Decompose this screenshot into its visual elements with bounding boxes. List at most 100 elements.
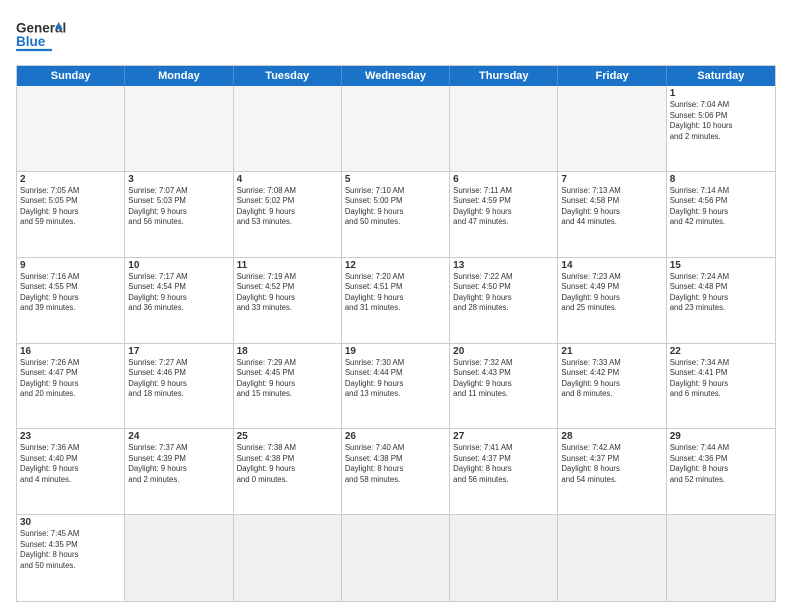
calendar-cell	[342, 86, 450, 171]
day-info: Sunrise: 7:27 AMSunset: 4:46 PMDaylight:…	[128, 358, 229, 400]
day-info: Sunrise: 7:32 AMSunset: 4:43 PMDaylight:…	[453, 358, 554, 400]
calendar-cell: 7Sunrise: 7:13 AMSunset: 4:58 PMDaylight…	[558, 172, 666, 257]
day-number: 8	[670, 174, 772, 185]
day-info: Sunrise: 7:29 AMSunset: 4:45 PMDaylight:…	[237, 358, 338, 400]
calendar-cell	[17, 86, 125, 171]
day-number: 30	[20, 517, 121, 528]
calendar-cell: 20Sunrise: 7:32 AMSunset: 4:43 PMDayligh…	[450, 344, 558, 429]
calendar-cell	[450, 86, 558, 171]
calendar-cell-empty	[125, 515, 233, 601]
calendar-cell: 29Sunrise: 7:44 AMSunset: 4:36 PMDayligh…	[667, 429, 775, 514]
calendar-cell-empty	[558, 515, 666, 601]
day-info: Sunrise: 7:24 AMSunset: 4:48 PMDaylight:…	[670, 272, 772, 314]
calendar-cell: 5Sunrise: 7:10 AMSunset: 5:00 PMDaylight…	[342, 172, 450, 257]
logo-svg: General Blue	[16, 14, 76, 59]
day-number: 16	[20, 346, 121, 357]
calendar-cell: 16Sunrise: 7:26 AMSunset: 4:47 PMDayligh…	[17, 344, 125, 429]
logo: General Blue	[16, 10, 76, 59]
day-number: 1	[670, 88, 772, 99]
day-info: Sunrise: 7:33 AMSunset: 4:42 PMDaylight:…	[561, 358, 662, 400]
day-number: 21	[561, 346, 662, 357]
day-info: Sunrise: 7:13 AMSunset: 4:58 PMDaylight:…	[561, 186, 662, 228]
day-number: 19	[345, 346, 446, 357]
day-info: Sunrise: 7:22 AMSunset: 4:50 PMDaylight:…	[453, 272, 554, 314]
calendar-cell: 14Sunrise: 7:23 AMSunset: 4:49 PMDayligh…	[558, 258, 666, 343]
calendar-cell-empty	[234, 515, 342, 601]
calendar-cell	[234, 86, 342, 171]
calendar-cell: 3Sunrise: 7:07 AMSunset: 5:03 PMDaylight…	[125, 172, 233, 257]
calendar-cell-empty	[450, 515, 558, 601]
day-number: 27	[453, 431, 554, 442]
day-info: Sunrise: 7:07 AMSunset: 5:03 PMDaylight:…	[128, 186, 229, 228]
calendar-cell: 1Sunrise: 7:04 AMSunset: 5:06 PMDaylight…	[667, 86, 775, 171]
calendar-row-2: 9Sunrise: 7:16 AMSunset: 4:55 PMDaylight…	[17, 258, 775, 344]
day-info: Sunrise: 7:30 AMSunset: 4:44 PMDaylight:…	[345, 358, 446, 400]
day-number: 6	[453, 174, 554, 185]
day-number: 20	[453, 346, 554, 357]
day-number: 15	[670, 260, 772, 271]
day-info: Sunrise: 7:20 AMSunset: 4:51 PMDaylight:…	[345, 272, 446, 314]
day-number: 24	[128, 431, 229, 442]
calendar-cell: 22Sunrise: 7:34 AMSunset: 4:41 PMDayligh…	[667, 344, 775, 429]
day-number: 9	[20, 260, 121, 271]
weekday-header-sunday: Sunday	[17, 66, 125, 86]
calendar-cell: 4Sunrise: 7:08 AMSunset: 5:02 PMDaylight…	[234, 172, 342, 257]
day-info: Sunrise: 7:44 AMSunset: 4:36 PMDaylight:…	[670, 443, 772, 485]
day-number: 23	[20, 431, 121, 442]
calendar-header: SundayMondayTuesdayWednesdayThursdayFrid…	[17, 66, 775, 86]
day-number: 18	[237, 346, 338, 357]
day-info: Sunrise: 7:34 AMSunset: 4:41 PMDaylight:…	[670, 358, 772, 400]
calendar-cell: 8Sunrise: 7:14 AMSunset: 4:56 PMDaylight…	[667, 172, 775, 257]
calendar-cell-empty	[667, 515, 775, 601]
day-info: Sunrise: 7:37 AMSunset: 4:39 PMDaylight:…	[128, 443, 229, 485]
calendar-row-3: 16Sunrise: 7:26 AMSunset: 4:47 PMDayligh…	[17, 344, 775, 430]
svg-text:Blue: Blue	[16, 34, 46, 49]
day-number: 7	[561, 174, 662, 185]
calendar-row-4: 23Sunrise: 7:36 AMSunset: 4:40 PMDayligh…	[17, 429, 775, 515]
day-info: Sunrise: 7:11 AMSunset: 4:59 PMDaylight:…	[453, 186, 554, 228]
weekday-header-tuesday: Tuesday	[234, 66, 342, 86]
day-info: Sunrise: 7:08 AMSunset: 5:02 PMDaylight:…	[237, 186, 338, 228]
calendar-cell: 2Sunrise: 7:05 AMSunset: 5:05 PMDaylight…	[17, 172, 125, 257]
day-number: 13	[453, 260, 554, 271]
day-info: Sunrise: 7:16 AMSunset: 4:55 PMDaylight:…	[20, 272, 121, 314]
calendar-cell: 25Sunrise: 7:38 AMSunset: 4:38 PMDayligh…	[234, 429, 342, 514]
calendar-cell: 18Sunrise: 7:29 AMSunset: 4:45 PMDayligh…	[234, 344, 342, 429]
calendar-cell: 17Sunrise: 7:27 AMSunset: 4:46 PMDayligh…	[125, 344, 233, 429]
calendar-cell: 13Sunrise: 7:22 AMSunset: 4:50 PMDayligh…	[450, 258, 558, 343]
calendar-cell: 10Sunrise: 7:17 AMSunset: 4:54 PMDayligh…	[125, 258, 233, 343]
day-number: 5	[345, 174, 446, 185]
calendar-cell: 26Sunrise: 7:40 AMSunset: 4:38 PMDayligh…	[342, 429, 450, 514]
day-info: Sunrise: 7:04 AMSunset: 5:06 PMDaylight:…	[670, 100, 772, 142]
day-info: Sunrise: 7:36 AMSunset: 4:40 PMDaylight:…	[20, 443, 121, 485]
day-info: Sunrise: 7:19 AMSunset: 4:52 PMDaylight:…	[237, 272, 338, 314]
day-number: 11	[237, 260, 338, 271]
day-number: 28	[561, 431, 662, 442]
day-info: Sunrise: 7:10 AMSunset: 5:00 PMDaylight:…	[345, 186, 446, 228]
calendar-cell: 11Sunrise: 7:19 AMSunset: 4:52 PMDayligh…	[234, 258, 342, 343]
day-number: 25	[237, 431, 338, 442]
calendar-cell	[558, 86, 666, 171]
weekday-header-thursday: Thursday	[450, 66, 558, 86]
calendar-cell: 21Sunrise: 7:33 AMSunset: 4:42 PMDayligh…	[558, 344, 666, 429]
day-info: Sunrise: 7:41 AMSunset: 4:37 PMDaylight:…	[453, 443, 554, 485]
calendar-row-last: 30Sunrise: 7:45 AMSunset: 4:35 PMDayligh…	[17, 515, 775, 601]
calendar-cell: 28Sunrise: 7:42 AMSunset: 4:37 PMDayligh…	[558, 429, 666, 514]
day-info: Sunrise: 7:05 AMSunset: 5:05 PMDaylight:…	[20, 186, 121, 228]
day-info: Sunrise: 7:40 AMSunset: 4:38 PMDaylight:…	[345, 443, 446, 485]
day-number: 17	[128, 346, 229, 357]
calendar-row-0: 1Sunrise: 7:04 AMSunset: 5:06 PMDaylight…	[17, 86, 775, 172]
calendar-cell: 30Sunrise: 7:45 AMSunset: 4:35 PMDayligh…	[17, 515, 125, 601]
day-number: 14	[561, 260, 662, 271]
day-info: Sunrise: 7:17 AMSunset: 4:54 PMDaylight:…	[128, 272, 229, 314]
calendar-cell: 12Sunrise: 7:20 AMSunset: 4:51 PMDayligh…	[342, 258, 450, 343]
day-number: 22	[670, 346, 772, 357]
calendar-cell: 6Sunrise: 7:11 AMSunset: 4:59 PMDaylight…	[450, 172, 558, 257]
calendar-row-1: 2Sunrise: 7:05 AMSunset: 5:05 PMDaylight…	[17, 172, 775, 258]
calendar-cell: 23Sunrise: 7:36 AMSunset: 4:40 PMDayligh…	[17, 429, 125, 514]
day-number: 3	[128, 174, 229, 185]
day-info: Sunrise: 7:14 AMSunset: 4:56 PMDaylight:…	[670, 186, 772, 228]
calendar-cell: 27Sunrise: 7:41 AMSunset: 4:37 PMDayligh…	[450, 429, 558, 514]
day-number: 26	[345, 431, 446, 442]
calendar-body: 1Sunrise: 7:04 AMSunset: 5:06 PMDaylight…	[17, 86, 775, 601]
